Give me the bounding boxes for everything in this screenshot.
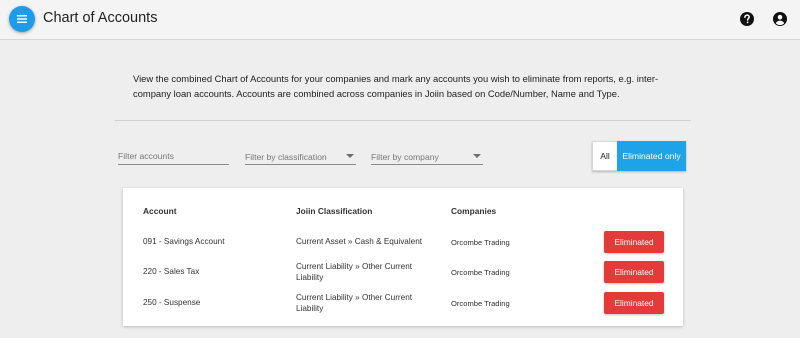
eliminated-button[interactable]: Eliminated (604, 292, 664, 314)
toggle-eliminated-only-button[interactable]: Eliminated only (617, 141, 686, 171)
chevron-down-icon (473, 154, 481, 158)
table-row: 091 - Savings Account Current Asset » Ca… (123, 227, 683, 257)
account-cell: 220 - Sales Tax (143, 267, 200, 276)
help-circle-icon[interactable] (739, 11, 755, 27)
account-circle-icon[interactable] (772, 11, 788, 27)
hamburger-menu-icon (17, 15, 27, 23)
eliminated-toggle-group: All Eliminated only (592, 141, 686, 171)
account-cell: 250 - Suspense (143, 298, 201, 307)
accounts-table: Account Joiin Classification Companies 0… (123, 188, 683, 326)
eliminated-button[interactable]: Eliminated (604, 261, 664, 283)
toggle-all-button[interactable]: All (592, 141, 617, 171)
classification-select[interactable]: Filter by classification (245, 149, 356, 165)
column-header-companies: Companies (451, 206, 497, 216)
app-bar: Chart of Accounts (0, 0, 800, 40)
classification-cell: Current Liability » Other Current Liabil… (296, 293, 413, 313)
table-row: 250 - Suspense Current Liability » Other… (123, 288, 683, 318)
chevron-down-icon (346, 154, 354, 158)
eliminated-button[interactable]: Eliminated (604, 231, 664, 253)
classification-select-label: Filter by classification (245, 152, 327, 162)
column-header-classification: Joiin Classification (296, 206, 373, 216)
divider (115, 120, 691, 121)
classification-cell: Current Asset » Cash & Equivalent (296, 237, 423, 246)
company-select[interactable]: Filter by company (371, 149, 483, 165)
filter-accounts-input[interactable] (118, 149, 229, 161)
company-cell: Orcombe Trading (451, 268, 510, 277)
filter-accounts-field[interactable] (118, 149, 229, 165)
intro-text: View the combined Chart of Accounts for … (133, 73, 659, 99)
company-cell: Orcombe Trading (451, 238, 510, 247)
page-title: Chart of Accounts (43, 10, 158, 26)
classification-cell: Current Liability » Other Current Liabil… (296, 262, 413, 282)
table-row: 220 - Sales Tax Current Liability » Othe… (123, 257, 683, 287)
column-header-account: Account (143, 206, 177, 216)
account-cell: 091 - Savings Account (143, 237, 225, 246)
company-select-label: Filter by company (371, 152, 439, 162)
menu-button[interactable] (9, 6, 35, 32)
company-cell: Orcombe Trading (451, 299, 510, 308)
